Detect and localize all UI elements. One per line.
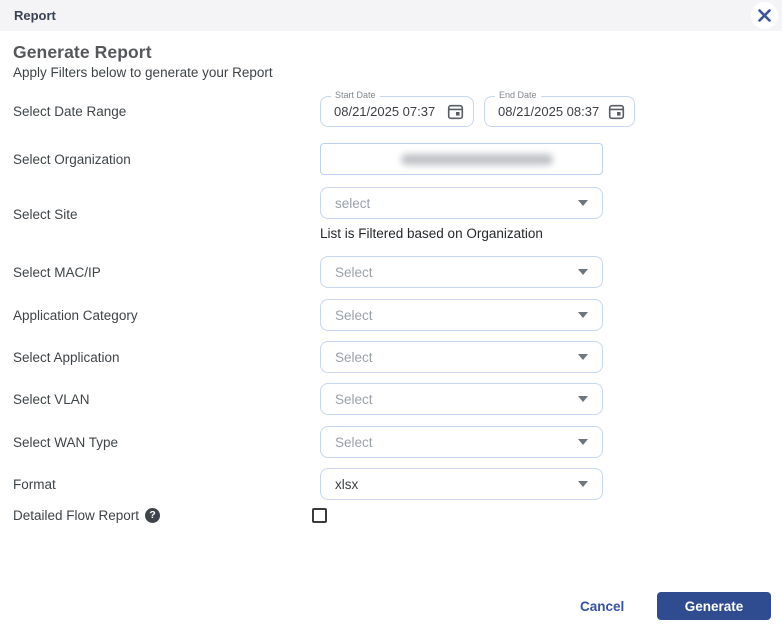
chevron-down-icon <box>578 269 588 275</box>
page-title: Generate Report <box>13 42 152 63</box>
wan-type-placeholder: Select <box>335 435 373 450</box>
application-select[interactable]: Select <box>320 341 603 373</box>
wan-type-label: Select WAN Type <box>13 435 320 450</box>
calendar-icon[interactable] <box>447 103 464 120</box>
close-button[interactable] <box>751 2 778 29</box>
format-value: xlsx <box>335 477 358 492</box>
row-application: Select Application Select <box>13 341 603 373</box>
date-range-label: Select Date Range <box>13 104 320 119</box>
close-icon <box>758 9 771 22</box>
page-subtitle: Apply Filters below to generate your Rep… <box>13 65 273 80</box>
app-category-label: Application Category <box>13 308 320 323</box>
application-label: Select Application <box>13 350 320 365</box>
generate-report-modal: Report Generate Report Apply Filters bel… <box>0 0 782 625</box>
detailed-flow-label: Detailed Flow Report <box>13 508 139 523</box>
chevron-down-icon <box>578 312 588 318</box>
cancel-button[interactable]: Cancel <box>580 599 624 614</box>
end-date-field[interactable]: End Date 08/21/2025 08:37 <box>484 96 635 127</box>
row-format: Format xlsx <box>13 468 603 500</box>
vlan-select[interactable]: Select <box>320 383 603 415</box>
organization-input[interactable] <box>320 143 603 175</box>
row-mac-ip: Select MAC/IP Select <box>13 256 603 288</box>
modal-titlebar: Report <box>0 0 782 31</box>
chevron-down-icon <box>578 200 588 206</box>
wan-type-select[interactable]: Select <box>320 426 603 458</box>
generate-button[interactable]: Generate <box>657 592 771 620</box>
start-date-float-label: Start Date <box>331 90 380 100</box>
end-date-float-label: End Date <box>495 90 541 100</box>
site-select[interactable]: select <box>320 187 603 219</box>
vlan-label: Select VLAN <box>13 392 320 407</box>
modal-title: Report <box>14 0 56 31</box>
chevron-down-icon <box>578 439 588 445</box>
mac-ip-select[interactable]: Select <box>320 256 603 288</box>
detailed-flow-label-group: Detailed Flow Report ? <box>13 508 320 523</box>
calendar-icon[interactable] <box>608 103 625 120</box>
mac-ip-placeholder: Select <box>335 265 373 280</box>
row-site: Select Site select List is Filtered base… <box>13 187 603 241</box>
row-detailed-flow: Detailed Flow Report ? <box>13 505 327 525</box>
organization-label: Select Organization <box>13 152 320 167</box>
mac-ip-label: Select MAC/IP <box>13 265 320 280</box>
format-select[interactable]: xlsx <box>320 468 603 500</box>
row-organization: Select Organization <box>13 143 603 175</box>
row-app-category: Application Category Select <box>13 299 603 331</box>
application-placeholder: Select <box>335 350 373 365</box>
start-date-field[interactable]: Start Date 08/21/2025 07:37 <box>320 96 474 127</box>
row-wan-type: Select WAN Type Select <box>13 426 603 458</box>
app-category-placeholder: Select <box>335 308 373 323</box>
row-date-range: Select Date Range Start Date 08/21/2025 … <box>13 96 635 127</box>
app-category-select[interactable]: Select <box>320 299 603 331</box>
site-label: Select Site <box>13 207 320 222</box>
end-date-value: 08/21/2025 08:37 <box>498 104 599 119</box>
site-helper-text: List is Filtered based on Organization <box>320 226 603 241</box>
chevron-down-icon <box>578 396 588 402</box>
chevron-down-icon <box>578 481 588 487</box>
site-placeholder: select <box>335 196 370 211</box>
detailed-flow-checkbox[interactable] <box>312 508 327 523</box>
row-vlan: Select VLAN Select <box>13 383 603 415</box>
organization-redacted-value <box>401 154 553 165</box>
start-date-value: 08/21/2025 07:37 <box>334 104 435 119</box>
help-icon[interactable]: ? <box>145 508 160 523</box>
format-label: Format <box>13 477 320 492</box>
vlan-placeholder: Select <box>335 392 373 407</box>
chevron-down-icon <box>578 354 588 360</box>
